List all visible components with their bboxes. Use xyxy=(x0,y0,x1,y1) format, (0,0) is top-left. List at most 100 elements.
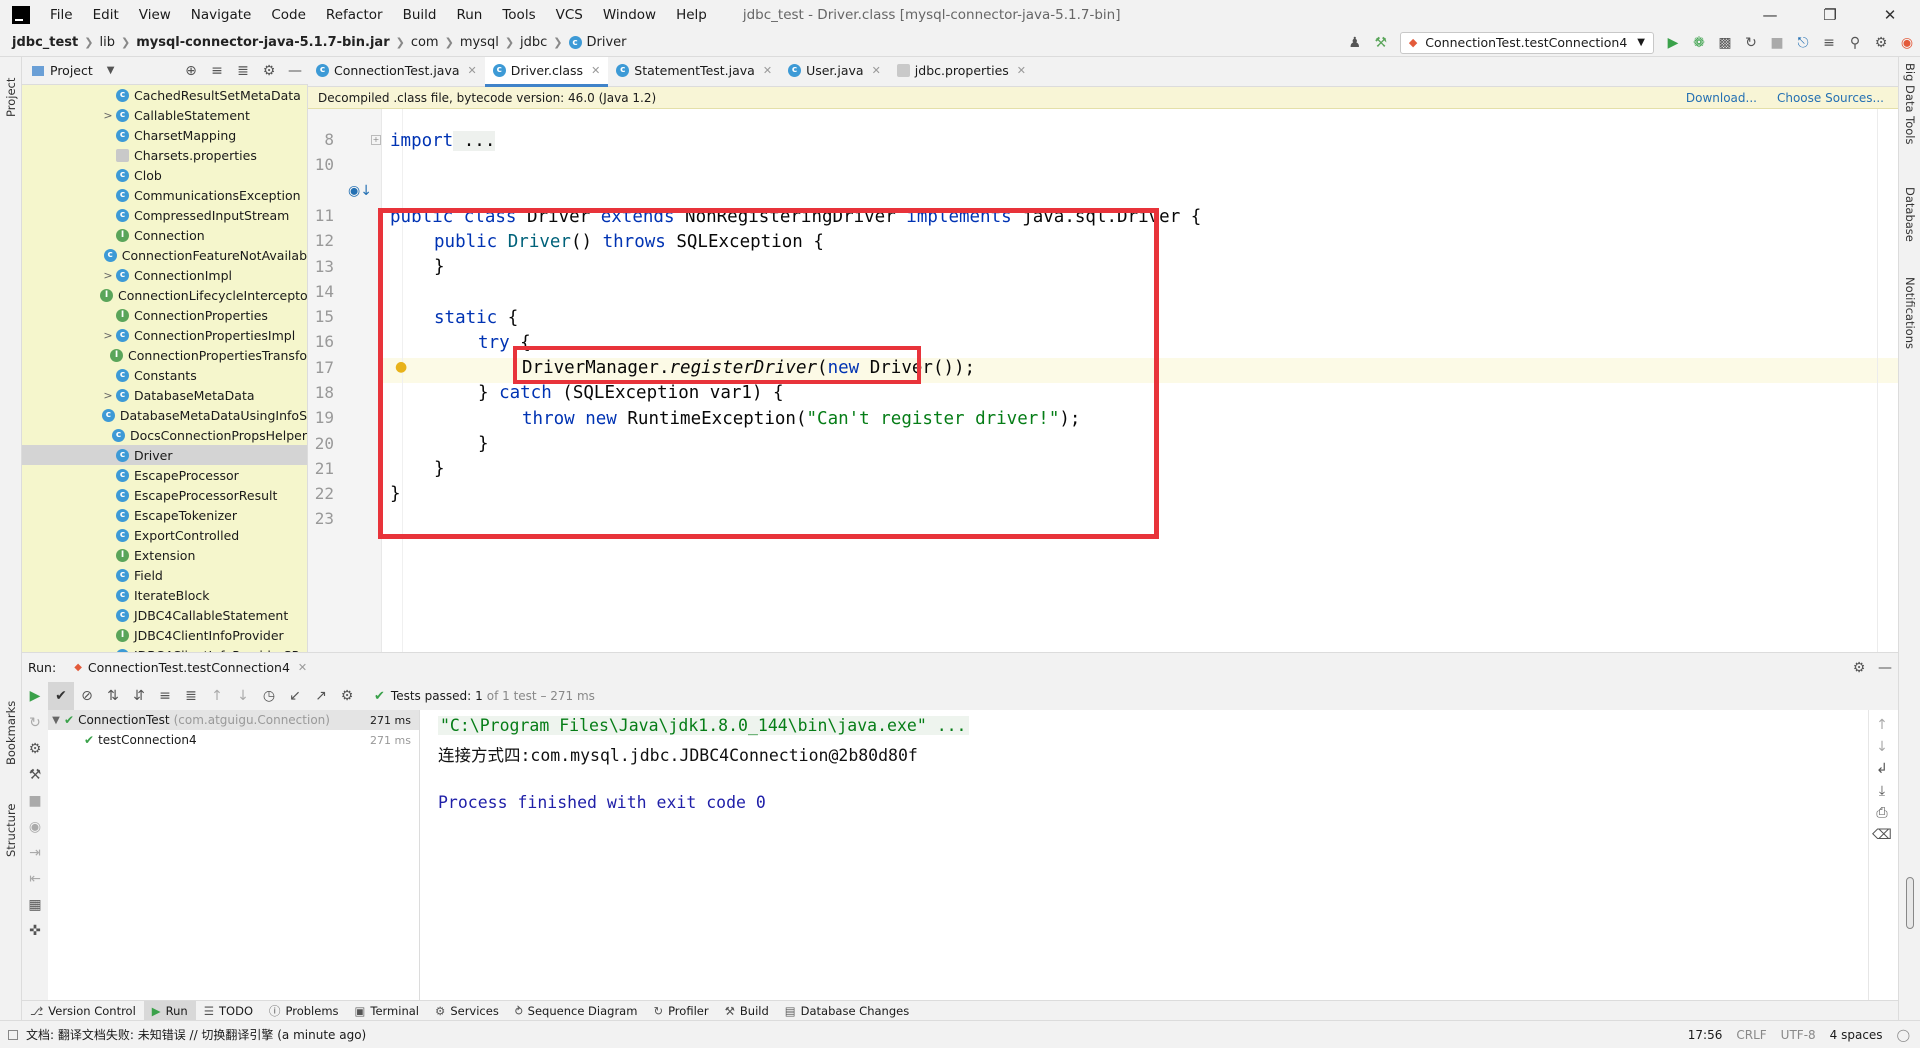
close-tab-icon[interactable]: ✕ xyxy=(298,661,307,674)
project-tree-item[interactable]: > c DatabaseMetaData xyxy=(22,385,307,405)
project-tree-item[interactable]: > c ConnectionImpl xyxy=(22,265,307,285)
chevron-right-icon[interactable]: > xyxy=(100,269,116,282)
settings-gear-icon[interactable]: ⚙ xyxy=(334,682,360,710)
build-hammer-icon[interactable]: ⚒ xyxy=(1368,29,1394,57)
project-tree-item[interactable]: c EscapeProcessorResult xyxy=(22,485,307,505)
project-tree-item[interactable]: I ConnectionProperties xyxy=(22,305,307,325)
line-separator[interactable]: CRLF xyxy=(1736,1028,1766,1042)
project-tree-item[interactable]: I Extension xyxy=(22,545,307,565)
chevron-down-icon[interactable]: ▼ xyxy=(107,65,115,76)
collapse-all-icon[interactable]: ≡ xyxy=(204,57,230,85)
project-tree-item[interactable]: c IterateBlock xyxy=(22,585,307,605)
user-icon[interactable]: ♟ xyxy=(1342,29,1368,57)
tool-tab-database-changes[interactable]: ▤ Database Changes xyxy=(777,1001,917,1021)
code-editor[interactable]: import ... public class Driver extends N… xyxy=(378,109,1898,652)
memory-indicator[interactable] xyxy=(1906,877,1914,929)
choose-sources-link[interactable]: Choose Sources... xyxy=(1777,91,1884,105)
download-sources-link[interactable]: Download... xyxy=(1686,91,1757,105)
structure-tool-button[interactable]: Structure xyxy=(4,804,18,858)
next-failed-icon[interactable]: ↓ xyxy=(230,682,256,710)
translate-icon[interactable]: ≡ xyxy=(1816,29,1842,57)
tool-tab-build[interactable]: ⚒ Build xyxy=(717,1001,777,1021)
expand-all-icon[interactable]: ≡ xyxy=(152,682,178,710)
project-tree-item[interactable]: cJDBC4ClientInfoProviderSP xyxy=(22,645,307,652)
scroll-end-icon[interactable]: ⤓ xyxy=(1869,780,1895,802)
tool-tab-todo[interactable]: ☰ TODO xyxy=(196,1001,261,1021)
project-tree-item[interactable]: c DatabaseMetaDataUsingInfoS xyxy=(22,405,307,425)
project-tree-item[interactable]: c ConnectionFeatureNotAvailab xyxy=(22,245,307,265)
test-row[interactable]: ✔ testConnection4 271 ms xyxy=(48,730,419,750)
git-icon[interactable]: ⎋ xyxy=(1790,29,1816,57)
breadcrumb-driver[interactable]: Driver xyxy=(587,35,627,50)
hide-icon[interactable]: — xyxy=(1872,654,1898,682)
settings-gear-icon[interactable]: ⚙ xyxy=(1868,29,1894,57)
breadcrumb-jdbc[interactable]: jdbc xyxy=(520,35,547,50)
settings-gear-icon[interactable]: ⚙ xyxy=(256,57,282,85)
fold-icon[interactable]: + xyxy=(371,135,381,145)
status-message[interactable]: 文档: 翻译文档失败: 未知错误 // 切换翻译引擎 (a minute ago… xyxy=(26,1026,366,1043)
project-tree-item[interactable]: I JDBC4ClientInfoProvider xyxy=(22,625,307,645)
project-tree-item[interactable]: c Constants xyxy=(22,365,307,385)
project-tool-button[interactable]: Project xyxy=(4,78,18,117)
editor-tab[interactable]: jdbc.properties ✕ xyxy=(889,57,1034,87)
sort-duration-icon[interactable]: ⇵ xyxy=(126,682,152,710)
jetbrains-toolbox-icon[interactable]: ◉ xyxy=(1894,29,1920,57)
menu-vcs[interactable]: VCS xyxy=(546,7,593,23)
breadcrumb-jar[interactable]: mysql-connector-java-5.1.7-bin.jar xyxy=(136,35,389,50)
project-tree-item[interactable]: c EscapeProcessor xyxy=(22,465,307,485)
collapse-all-icon[interactable]: ≣ xyxy=(178,682,204,710)
import-tests-icon[interactable]: ↙ xyxy=(282,682,308,710)
locate-icon[interactable]: ⊕ xyxy=(178,57,204,85)
chevron-down-icon[interactable]: ▼ xyxy=(48,715,64,726)
big-data-tools-button[interactable]: Big Data Tools xyxy=(1903,63,1917,144)
project-tree-item[interactable]: I ConnectionPropertiesTransfo xyxy=(22,345,307,365)
up-icon[interactable]: ↑ xyxy=(1869,714,1895,736)
close-tab-icon[interactable]: ✕ xyxy=(1017,64,1026,77)
settings-gear-icon[interactable]: ⚙ xyxy=(1846,654,1872,682)
project-tree-item[interactable]: c CommunicationsException xyxy=(22,185,307,205)
rerun-icon[interactable]: ▶ xyxy=(22,682,48,710)
prev-failed-icon[interactable]: ↑ xyxy=(204,682,230,710)
coverage-icon[interactable]: ▩ xyxy=(1712,29,1738,57)
menu-file[interactable]: File xyxy=(40,7,83,23)
lock-icon[interactable]: ◯ xyxy=(1897,1028,1910,1042)
menu-build[interactable]: Build xyxy=(393,7,447,23)
editor-tab[interactable]: c StatementTest.java ✕ xyxy=(608,57,780,87)
history-icon[interactable]: ◷ xyxy=(256,682,282,710)
breadcrumb-lib[interactable]: lib xyxy=(99,35,114,50)
hide-icon[interactable]: — xyxy=(282,57,308,85)
project-tree-item[interactable]: c Field xyxy=(22,565,307,585)
database-tool-button[interactable]: Database xyxy=(1903,187,1917,242)
menu-edit[interactable]: Edit xyxy=(83,7,129,23)
run-icon[interactable]: ▶ xyxy=(1660,29,1686,57)
menu-navigate[interactable]: Navigate xyxy=(181,7,262,23)
login-icon[interactable]: ⇤ xyxy=(22,866,48,892)
restart-icon[interactable]: ↻ xyxy=(22,710,48,736)
stop-icon[interactable]: ■ xyxy=(1764,29,1790,57)
sort-alpha-icon[interactable]: ⇅ xyxy=(100,682,126,710)
project-tree-item[interactable]: c CompressedInputStream xyxy=(22,205,307,225)
exit-icon[interactable]: ⇥ xyxy=(22,840,48,866)
tool-tab-services[interactable]: ⚙ Services xyxy=(427,1001,507,1021)
project-tree-item[interactable]: > c CallableStatement xyxy=(22,105,307,125)
menu-help[interactable]: Help xyxy=(666,7,717,23)
run-configuration-select[interactable]: ◆ ConnectionTest.testConnection4 ▼ xyxy=(1399,31,1654,54)
print-icon[interactable]: ⎙ xyxy=(1869,802,1895,824)
breadcrumb-project[interactable]: jdbc_test xyxy=(12,35,78,50)
project-tree-item[interactable]: c EscapeTokenizer xyxy=(22,505,307,525)
stop-icon[interactable]: ■ xyxy=(22,788,48,814)
tool-tab-sequence-diagram[interactable]: ⥁ Sequence Diagram xyxy=(507,1001,646,1021)
project-tree-item[interactable]: I Connection xyxy=(22,225,307,245)
search-icon[interactable]: ⚲ xyxy=(1842,29,1868,57)
close-window-button[interactable]: ✕ xyxy=(1860,0,1920,29)
file-encoding[interactable]: UTF-8 xyxy=(1781,1028,1816,1042)
show-passed-icon[interactable]: ✔ xyxy=(48,682,74,710)
rerun-failed-icon[interactable]: ⚙ xyxy=(22,736,48,762)
indent-setting[interactable]: 4 spaces xyxy=(1830,1028,1883,1042)
maximize-button[interactable]: ❐ xyxy=(1800,0,1860,29)
breadcrumb-com[interactable]: com xyxy=(411,35,439,50)
console-output[interactable]: "C:\Program Files\Java\jdk1.8.0_144\bin\… xyxy=(420,710,1868,1000)
project-tree-item[interactable]: I ConnectionLifecycleIntercepto xyxy=(22,285,307,305)
menu-window[interactable]: Window xyxy=(593,7,666,23)
project-tree-item[interactable]: c Clob xyxy=(22,165,307,185)
